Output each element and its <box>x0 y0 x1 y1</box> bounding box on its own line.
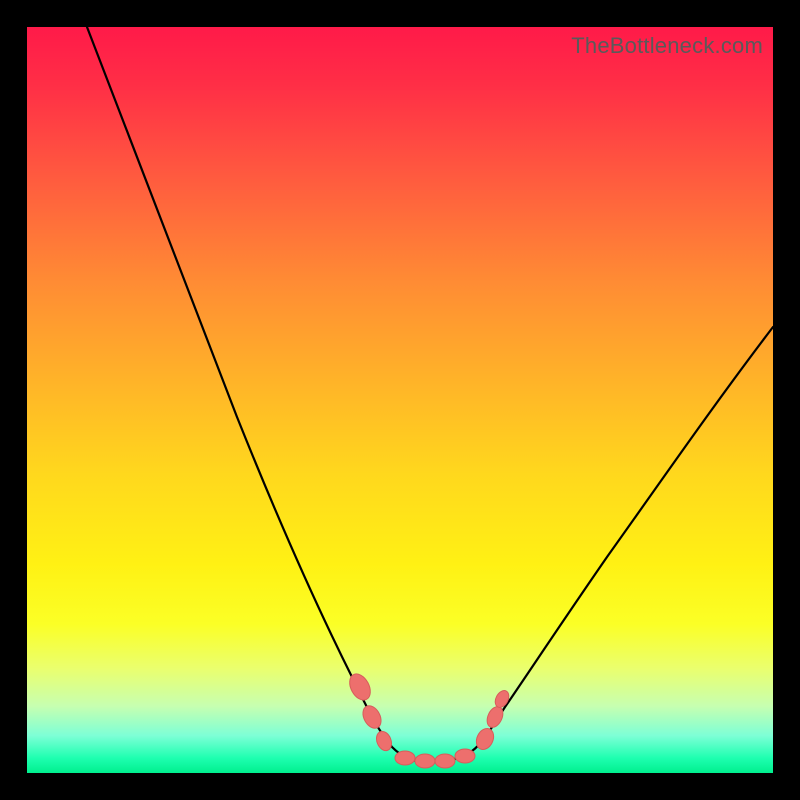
curve-layer <box>27 27 773 773</box>
highlight-markers <box>345 670 511 768</box>
bottleneck-curve <box>87 27 773 762</box>
chart-frame: TheBottleneck.com <box>0 0 800 800</box>
plot-area: TheBottleneck.com <box>27 27 773 773</box>
